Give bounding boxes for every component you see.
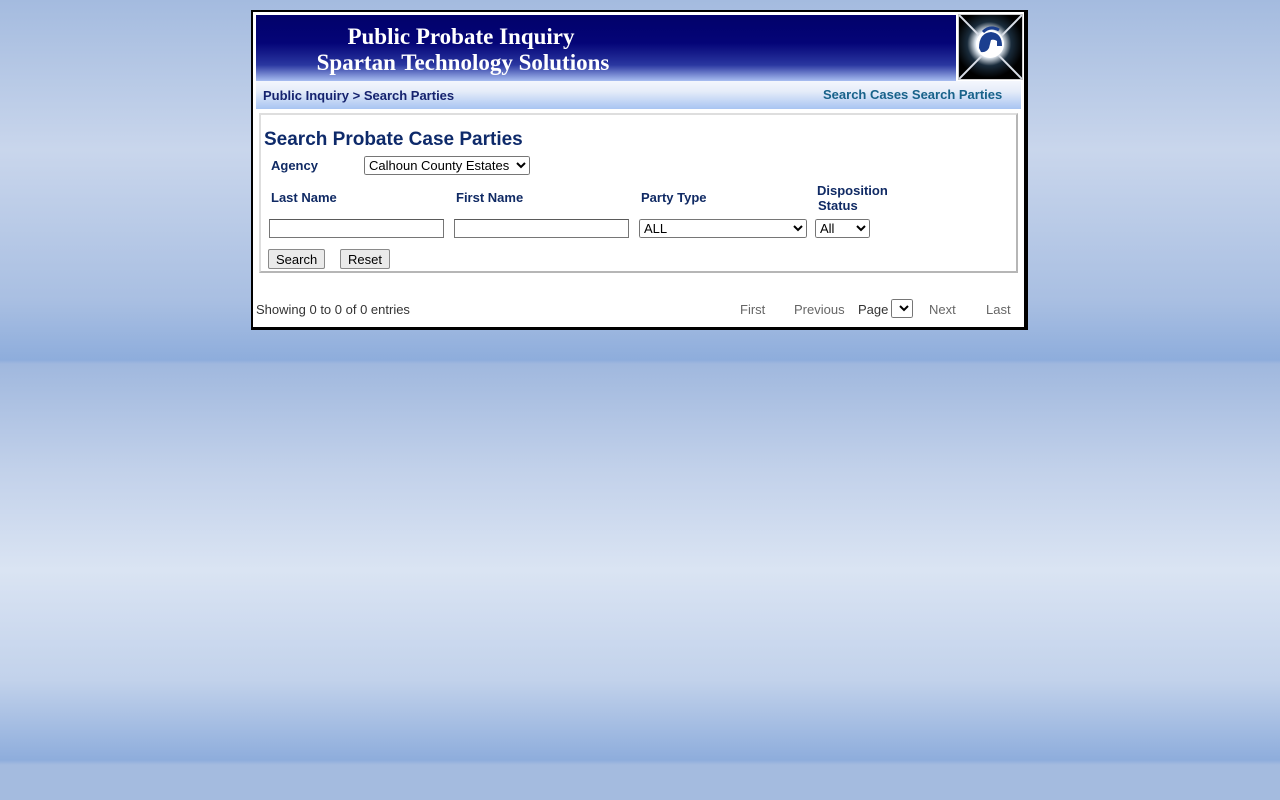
first-name-label: First Name (456, 190, 524, 205)
breadcrumb-current: Search Parties (363, 88, 455, 103)
reset-button[interactable]: Reset (340, 249, 390, 269)
header-banner: Public Probate Inquiry Spartan Technolog… (256, 15, 956, 81)
last-name-input[interactable] (269, 219, 444, 238)
pager-previous[interactable]: Previous (794, 302, 845, 317)
disposition-status-select[interactable]: All (815, 219, 870, 238)
breadcrumb: Public Inquiry > Search Parties (263, 88, 454, 103)
page-title: Search Probate Case Parties (264, 129, 523, 150)
breadcrumb-separator: > (352, 88, 361, 103)
pager-next[interactable]: Next (929, 302, 956, 317)
pager-last[interactable]: Last (986, 302, 1011, 317)
party-type-select[interactable]: ALL (639, 219, 807, 238)
main-frame: Public Probate Inquiry Spartan Technolog… (251, 10, 1028, 330)
party-type-label: Party Type (641, 190, 707, 205)
pager-page-label: Page (858, 302, 889, 317)
search-button[interactable]: Search (268, 249, 326, 269)
first-name-input[interactable] (454, 219, 629, 238)
nav-bar: Public Inquiry > Search Parties Search C… (256, 81, 1021, 109)
pager-page-select[interactable] (891, 299, 913, 318)
agency-label: Agency (271, 158, 318, 173)
last-name-label: Last Name (271, 190, 337, 205)
disposition-label-line2: Status (818, 198, 858, 213)
search-panel: Search Probate Case Parties Agency Calho… (259, 113, 1018, 273)
disposition-label-line1: Disposition (817, 183, 888, 198)
nav-links: Search Cases Search Parties (823, 87, 1002, 102)
nav-search-parties-link[interactable]: Search Parties (912, 87, 1002, 102)
nav-search-cases-link[interactable]: Search Cases (823, 87, 908, 102)
spartan-helmet-icon (958, 14, 1023, 80)
disposition-status-label: Disposition Status (817, 183, 888, 213)
pager-first[interactable]: First (740, 302, 765, 317)
header-subtitle: Spartan Technology Solutions (316, 50, 610, 75)
breadcrumb-root[interactable]: Public Inquiry (263, 88, 349, 103)
agency-select[interactable]: Calhoun County Estates (364, 156, 530, 175)
header-title: Public Probate Inquiry (347, 24, 575, 49)
results-count: Showing 0 to 0 of 0 entries (256, 302, 410, 317)
